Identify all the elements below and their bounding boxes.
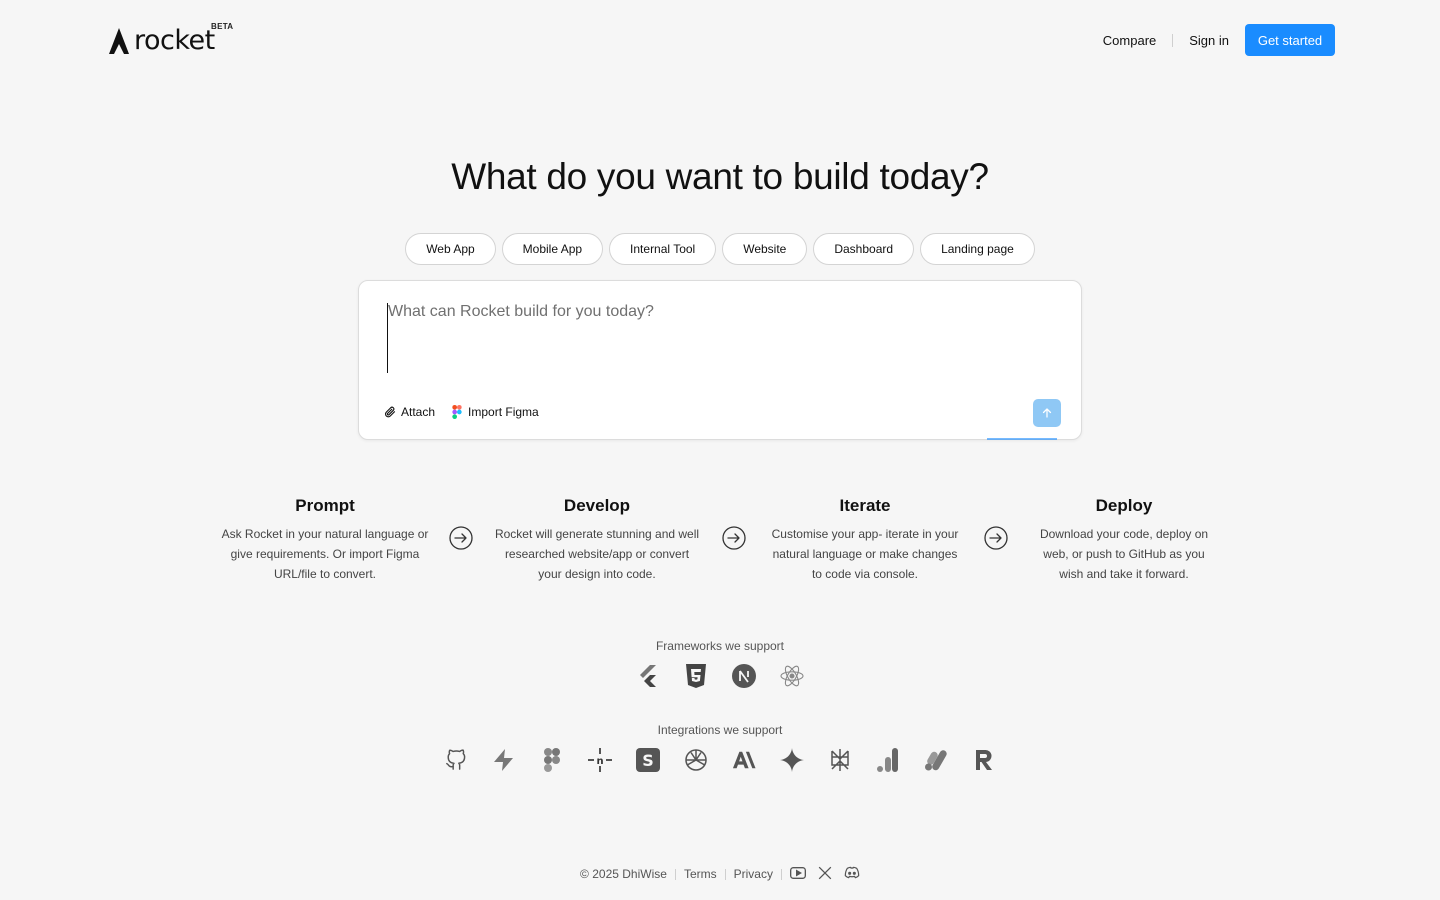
step-line: natural language or make changes xyxy=(772,547,958,561)
html5-icon xyxy=(684,664,708,688)
send-button[interactable] xyxy=(1033,399,1061,427)
stripe-icon: S xyxy=(636,748,660,772)
step-prompt: Prompt Ask Rocket in your natural langua… xyxy=(220,496,430,584)
step-line: web, or push to GitHub as you xyxy=(1043,547,1205,561)
google-ads-icon xyxy=(924,748,948,772)
react-icon xyxy=(780,664,804,688)
github-icon xyxy=(444,748,468,772)
step-line: give requirements. Or import Figma xyxy=(230,547,420,561)
header: rocket BETA Compare Sign in Get started xyxy=(0,0,1440,80)
step-deploy: Deploy Download your code, deploy on web… xyxy=(1024,496,1224,584)
app-type-chips: Web App Mobile App Internal Tool Website… xyxy=(0,233,1440,265)
chip-dashboard[interactable]: Dashboard xyxy=(813,233,915,265)
step-line: wish and take it forward. xyxy=(1059,567,1189,581)
step-develop: Develop Rocket will generate stunning an… xyxy=(492,496,702,584)
figma-icon xyxy=(540,748,564,772)
nav-divider xyxy=(1172,33,1174,47)
google-analytics-icon xyxy=(876,748,900,772)
attach-button[interactable]: Attach xyxy=(384,405,435,419)
resend-icon xyxy=(972,748,996,772)
chip-web-app[interactable]: Web App xyxy=(405,233,496,265)
footer-divider xyxy=(674,868,676,880)
flutter-icon xyxy=(636,664,660,688)
svg-text:n: n xyxy=(596,756,603,767)
step-line: your design into code. xyxy=(538,567,656,581)
x-icon[interactable] xyxy=(818,866,832,883)
n8n-icon: n xyxy=(588,748,612,772)
logo-text: rocket xyxy=(134,25,215,56)
prompt-input[interactable] xyxy=(387,303,1047,373)
arrow-right-circle-icon xyxy=(449,526,473,550)
rocket-logo-icon xyxy=(109,28,129,54)
step-title: Prompt xyxy=(295,496,355,515)
youtube-icon[interactable] xyxy=(789,866,806,883)
discord-icon[interactable] xyxy=(844,866,860,883)
terms-link[interactable]: Terms xyxy=(684,867,717,881)
logo[interactable]: rocket BETA xyxy=(105,22,233,56)
arrow-up-icon xyxy=(1042,408,1052,418)
beta-badge: BETA xyxy=(211,22,234,31)
step-line: to code via console. xyxy=(811,567,919,581)
step-line: URL/file to convert. xyxy=(273,567,377,581)
chip-website[interactable]: Website xyxy=(722,233,808,265)
nextjs-icon xyxy=(732,664,756,688)
paperclip-icon xyxy=(385,406,396,418)
chip-internal-tool[interactable]: Internal Tool xyxy=(609,233,717,265)
sign-in-link[interactable]: Sign in xyxy=(1189,33,1229,48)
prompt-box: Attach Import Figma xyxy=(358,280,1082,440)
copyright: © 2025 DhiWise xyxy=(580,867,667,881)
supabase-icon xyxy=(492,748,516,772)
svg-text:S: S xyxy=(642,751,654,770)
integrations-label: Integrations we support xyxy=(657,723,783,737)
compare-link[interactable]: Compare xyxy=(1103,33,1156,48)
step-line: Customise your app- iterate in your xyxy=(771,527,959,541)
step-title: Deploy xyxy=(1095,496,1153,515)
step-title: Develop xyxy=(563,496,631,515)
step-line: Download your code, deploy on xyxy=(1039,527,1209,541)
integrations-icons: n S xyxy=(0,748,1440,772)
footer: © 2025 DhiWise Terms Privacy xyxy=(0,864,1440,884)
arrow-right-circle-icon xyxy=(722,526,746,550)
openai-icon xyxy=(684,748,708,772)
arrow-right-circle-icon xyxy=(984,526,1008,550)
top-nav: Compare Sign in Get started xyxy=(1103,24,1335,56)
step-iterate: Iterate Customise your app- iterate in y… xyxy=(765,496,965,584)
import-figma-button[interactable]: Import Figma xyxy=(451,405,539,419)
frameworks-icons xyxy=(0,664,1440,688)
privacy-link[interactable]: Privacy xyxy=(734,867,773,881)
import-figma-label: Import Figma xyxy=(468,405,539,419)
footer-divider xyxy=(780,868,782,880)
page-title: What do you want to build today? xyxy=(451,156,989,197)
anthropic-icon xyxy=(732,748,756,772)
step-title: Iterate xyxy=(839,496,891,515)
step-line: Ask Rocket in your natural language or xyxy=(221,527,429,541)
gemini-icon xyxy=(780,748,804,772)
step-line: Rocket will generate stunning and well xyxy=(494,527,700,541)
figma-icon xyxy=(452,405,462,419)
focus-underline xyxy=(987,438,1057,440)
perplexity-icon xyxy=(828,748,852,772)
step-line: researched website/app or convert xyxy=(504,547,690,561)
footer-divider xyxy=(724,868,726,880)
prompt-tools: Attach Import Figma xyxy=(384,405,539,419)
chip-landing-page[interactable]: Landing page xyxy=(920,233,1035,265)
attach-label: Attach xyxy=(401,405,436,419)
get-started-button[interactable]: Get started xyxy=(1245,24,1335,56)
chip-mobile-app[interactable]: Mobile App xyxy=(501,233,604,265)
frameworks-label: Frameworks we support xyxy=(655,639,785,653)
social-links xyxy=(789,866,860,883)
